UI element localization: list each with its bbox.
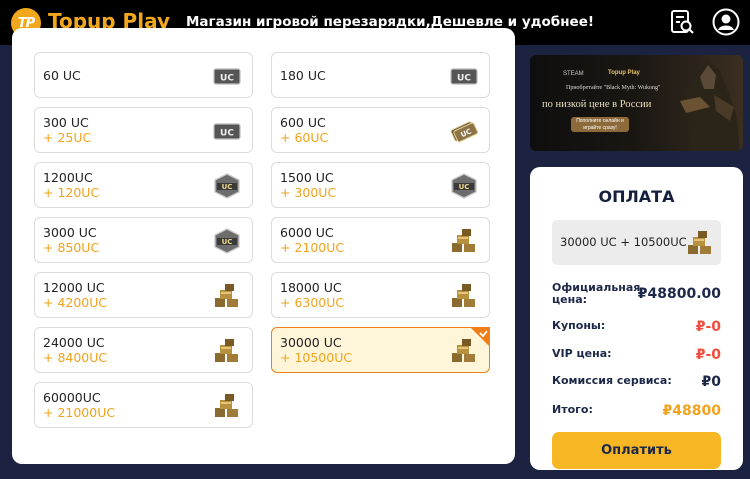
- product-card[interactable]: 12000 UC + 4200UC: [34, 272, 253, 318]
- product-card[interactable]: 18000 UC + 6300UC: [271, 272, 490, 318]
- product-amount: 1500 UC: [280, 170, 334, 185]
- svg-text:UC: UC: [220, 129, 234, 139]
- svg-text:UC: UC: [459, 183, 470, 191]
- product-bonus: + 850UC: [43, 240, 100, 255]
- payment-row-value: ₽-0: [695, 319, 721, 335]
- product-bonus: + 300UC: [280, 185, 337, 200]
- uc-pile-icon: [452, 229, 475, 252]
- product-grid: 60 UC UC 180 UC UC 300 UC + 25UC UC 600 UC + 60U…: [12, 28, 515, 464]
- banner-cta[interactable]: Пополните онлайн и играйте сразу!: [571, 117, 629, 132]
- product-bonus: + 4200UC: [43, 295, 108, 310]
- product-bonus: + 6300UC: [280, 295, 345, 310]
- steam-label: STEAM: [563, 71, 584, 77]
- payment-title: ОПЛАТА: [598, 187, 675, 206]
- product-amount: 60 UC: [43, 68, 81, 83]
- uc-card-icon: UC: [450, 68, 478, 85]
- product-card[interactable]: 600 UC + 60UC UC: [271, 107, 490, 153]
- svg-text:UC: UC: [220, 74, 234, 84]
- payment-row-label: Комиссия сервиса:: [552, 374, 672, 387]
- selected-item-chip: 30000 UC + 10500UC: [552, 220, 721, 265]
- uc-pile-icon: [452, 284, 475, 307]
- product-card[interactable]: 24000 UC + 8400UC: [34, 327, 253, 373]
- uc-card-icon: UC: [213, 123, 241, 140]
- product-amount: 3000 UC: [43, 225, 97, 240]
- product-card[interactable]: 30000 UC + 10500UC: [271, 327, 490, 373]
- product-amount: 300 UC: [43, 115, 89, 130]
- account-icon[interactable]: [712, 8, 740, 36]
- banner-line2: по низкой цене в России: [542, 99, 652, 110]
- product-amount: 6000 UC: [280, 225, 334, 240]
- product-amount: 180 UC: [280, 68, 326, 83]
- uc-pile-icon: [215, 394, 238, 417]
- product-card[interactable]: 300 UC + 25UC UC: [34, 107, 253, 153]
- product-card[interactable]: 180 UC UC: [271, 52, 490, 98]
- product-bonus: + 120UC: [43, 185, 100, 200]
- product-card[interactable]: 1200UC + 120UC UC: [34, 162, 253, 208]
- product-card[interactable]: 60 UC UC: [34, 52, 253, 98]
- product-card[interactable]: 6000 UC + 2100UC: [271, 217, 490, 263]
- product-card[interactable]: 1500 UC + 300UC UC: [271, 162, 490, 208]
- product-bonus: + 8400UC: [43, 350, 108, 365]
- product-amount: 1200UC: [43, 170, 93, 185]
- payment-row-label: Официальная цена:: [552, 281, 641, 306]
- product-bonus: + 10500UC: [280, 350, 353, 365]
- payment-row-value: ₽-0: [695, 347, 721, 363]
- product-amount: 24000 UC: [43, 335, 105, 350]
- uc-pile-icon: [215, 284, 238, 307]
- payment-row-label: VIP цена:: [552, 347, 612, 360]
- uc-card-icon: UC: [213, 68, 241, 85]
- banner-line1: Приобретайте "Black Myth: Wukong": [566, 85, 661, 91]
- payment-row-value: ₽48800.00: [637, 286, 721, 302]
- orders-search-icon[interactable]: [668, 8, 696, 36]
- product-amount: 18000 UC: [280, 280, 342, 295]
- promo-banner[interactable]: STEAM Topup Play Приобретайте "Black Myt…: [530, 55, 743, 151]
- pay-button[interactable]: Оплатить: [552, 432, 721, 469]
- product-bonus: + 60UC: [280, 130, 329, 145]
- payment-row-value: ₽48800: [662, 403, 721, 419]
- product-amount: 30000 UC: [280, 335, 342, 350]
- product-amount: 12000 UC: [43, 280, 105, 295]
- uc-badge-icon: UC: [214, 228, 240, 254]
- uc-badge-icon: UC: [451, 173, 477, 199]
- svg-text:UC: UC: [222, 238, 233, 246]
- payment-row-label: Купоны:: [552, 319, 606, 332]
- payment-row-value: ₽0: [701, 374, 721, 390]
- payment-panel: ОПЛАТА 30000 UC + 10500UC Официальная це…: [530, 167, 743, 470]
- uc-pile-icon: [215, 339, 238, 362]
- uc-cards-stack-icon: UC: [450, 121, 479, 143]
- svg-text:UC: UC: [222, 183, 233, 191]
- product-bonus: + 25UC: [43, 130, 92, 145]
- selected-item-text: 30000 UC + 10500UC: [560, 235, 687, 249]
- svg-text:UC: UC: [457, 74, 471, 84]
- banner-brand: Topup Play: [608, 70, 640, 76]
- product-card[interactable]: 60000UC + 21000UC: [34, 382, 253, 428]
- product-card[interactable]: 3000 UC + 850UC UC: [34, 217, 253, 263]
- product-amount: 600 UC: [280, 115, 326, 130]
- product-bonus: + 21000UC: [43, 405, 116, 420]
- banner-hero-image: [680, 61, 740, 151]
- selected-check-icon: [470, 327, 490, 347]
- uc-pile-icon: [688, 231, 711, 254]
- product-bonus: + 2100UC: [280, 240, 345, 255]
- uc-badge-icon: UC: [214, 173, 240, 199]
- product-amount: 60000UC: [43, 390, 101, 405]
